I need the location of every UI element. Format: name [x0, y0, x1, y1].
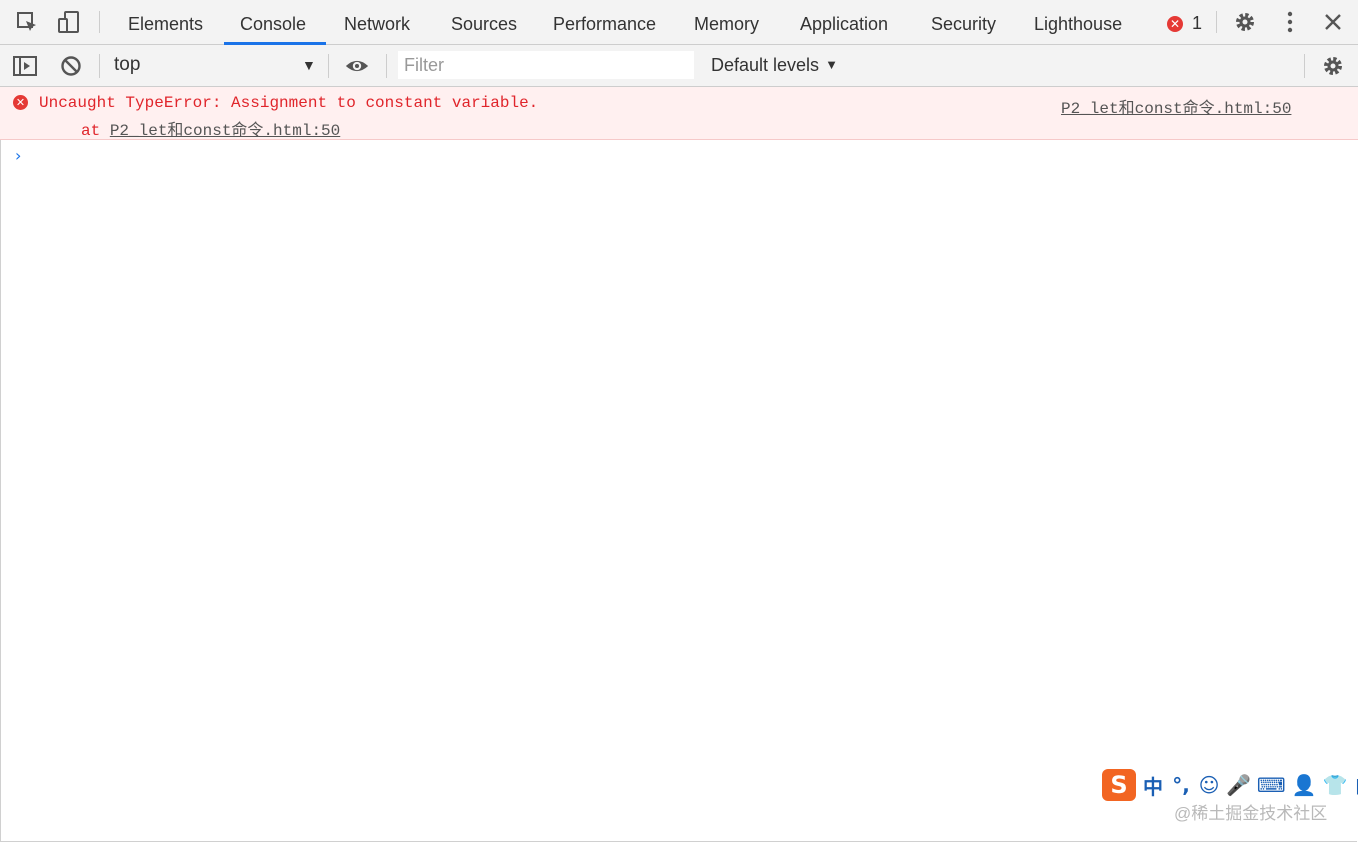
- divider: [99, 54, 100, 78]
- devtools-tab-bar: Elements Console Network Sources Perform…: [0, 0, 1358, 45]
- sogou-logo-icon[interactable]: S: [1102, 769, 1136, 801]
- grid-menu-icon[interactable]: ▦: [1354, 773, 1358, 797]
- tab-memory[interactable]: Memory: [694, 0, 759, 44]
- divider: [1304, 54, 1305, 78]
- context-dropdown-icon[interactable]: ▼: [302, 57, 316, 73]
- console-error-message: ✕ Uncaught TypeError: Assignment to cons…: [0, 87, 1358, 140]
- tab-network[interactable]: Network: [344, 0, 410, 44]
- inspect-element-icon[interactable]: [14, 9, 40, 35]
- source-location-link[interactable]: P2_let和const命令.html:50: [1061, 94, 1291, 118]
- microphone-icon[interactable]: 🎤: [1226, 773, 1251, 797]
- error-icon: ✕: [1167, 15, 1183, 32]
- error-icon: ✕: [13, 95, 28, 110]
- divider: [1216, 11, 1217, 33]
- settings-gear-icon[interactable]: [1232, 9, 1258, 35]
- user-icon[interactable]: 👤: [1292, 773, 1317, 797]
- console-prompt[interactable]: ›: [15, 146, 21, 165]
- console-settings-gear-icon[interactable]: [1320, 53, 1346, 79]
- error-stack-trace: at P2_let和const命令.html:50: [81, 116, 340, 140]
- error-text: Uncaught TypeError: Assignment to consta…: [39, 94, 539, 112]
- error-count: 1: [1192, 13, 1203, 33]
- keyboard-icon[interactable]: ⌨: [1257, 773, 1286, 797]
- tab-console[interactable]: Console: [240, 0, 306, 44]
- tab-performance[interactable]: Performance: [553, 0, 656, 44]
- live-expression-eye-icon[interactable]: [344, 53, 370, 79]
- log-levels-label: Default levels: [711, 55, 820, 75]
- tab-security[interactable]: Security: [931, 0, 996, 44]
- divider: [386, 54, 387, 78]
- watermark: @稀土掘金技术社区: [1174, 804, 1328, 823]
- close-icon[interactable]: [1320, 9, 1346, 35]
- tab-application[interactable]: Application: [800, 0, 888, 44]
- chinese-mode-icon[interactable]: 中: [1142, 771, 1164, 800]
- stack-trace-link[interactable]: P2_let和const命令.html:50: [110, 122, 340, 140]
- divider: [99, 11, 100, 33]
- context-selector[interactable]: top: [114, 54, 140, 76]
- stack-prefix: at: [81, 122, 110, 140]
- divider: [328, 54, 329, 78]
- tab-sources[interactable]: Sources: [451, 0, 517, 44]
- punctuation-icon[interactable]: °,: [1170, 773, 1192, 797]
- tab-lighthouse[interactable]: Lighthouse: [1034, 0, 1122, 44]
- tab-elements[interactable]: Elements: [128, 0, 203, 44]
- chevron-down-icon: ▼: [825, 57, 838, 72]
- filter-input[interactable]: [398, 51, 694, 79]
- more-options-icon[interactable]: [1277, 9, 1303, 35]
- show-sidebar-icon[interactable]: [12, 53, 38, 79]
- error-count-badge[interactable]: ✕ 1: [1167, 13, 1202, 34]
- skin-icon[interactable]: 👕: [1323, 773, 1348, 797]
- clear-console-icon[interactable]: [58, 53, 84, 79]
- ime-toolbar: S 中 °, ☺ 🎤 ⌨ 👤 👕 ▦: [1102, 768, 1358, 802]
- console-toolbar: top ▼ Default levels ▼: [0, 45, 1358, 87]
- emoji-icon[interactable]: ☺: [1198, 773, 1220, 797]
- device-toolbar-icon[interactable]: [56, 9, 82, 35]
- log-levels-dropdown[interactable]: Default levels ▼: [711, 55, 838, 76]
